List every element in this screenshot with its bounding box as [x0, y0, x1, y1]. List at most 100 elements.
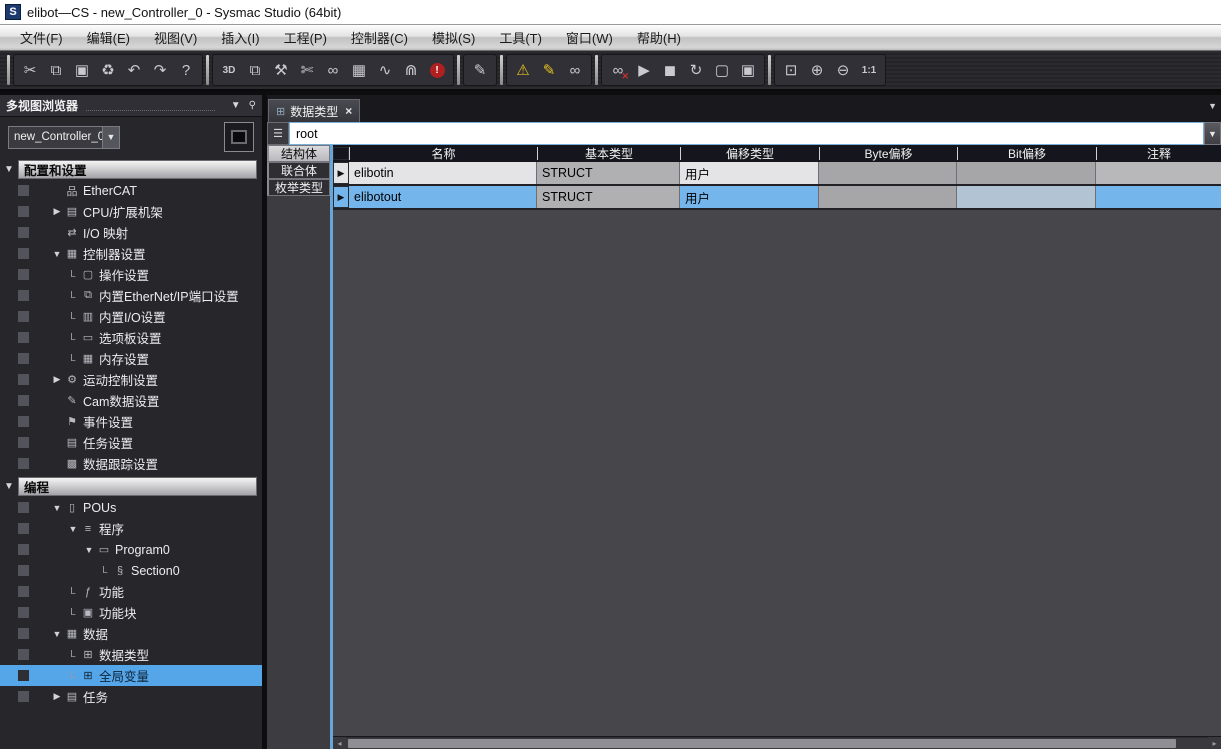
tree-item-任务设置[interactable]: ▤任务设置	[0, 432, 262, 453]
tree-item-checkbox[interactable]	[18, 565, 29, 576]
column-header-Byte偏移[interactable]: Byte偏移	[819, 147, 957, 160]
help-icon[interactable]: ?	[173, 57, 199, 83]
check-program-icon[interactable]: ∞	[562, 57, 588, 83]
menu-item-1[interactable]: 编辑(E)	[75, 25, 142, 50]
tree-item-运动控制设置[interactable]: ▶⚙运动控制设置	[0, 369, 262, 390]
tree-item-checkbox[interactable]	[18, 607, 29, 618]
tree-item-Section0[interactable]: L§Section0	[0, 560, 262, 581]
cell-comment[interactable]	[1096, 162, 1221, 184]
tree-item-功能[interactable]: Lƒ功能	[0, 581, 262, 602]
build-warning-icon[interactable]: ⚠	[510, 57, 536, 83]
panel-collapse-icon[interactable]: ▼	[231, 100, 241, 111]
tree-item-checkbox[interactable]	[18, 544, 29, 555]
row-expand-icon[interactable]: ▶	[333, 186, 349, 208]
scroll-right-icon[interactable]: ▸	[1208, 737, 1221, 749]
paste-icon[interactable]: ▣	[69, 57, 95, 83]
tab-list-arrow-icon[interactable]: ▼	[1208, 101, 1217, 111]
tree-item-checkbox[interactable]	[18, 523, 29, 534]
data-trace-icon[interactable]: ∿	[372, 57, 398, 83]
scrollbar-thumb[interactable]	[348, 739, 1176, 748]
section-collapse-icon[interactable]: ▼	[0, 481, 18, 492]
tree-item-选项板设置[interactable]: L▭选项板设置	[0, 327, 262, 348]
menu-item-8[interactable]: 窗口(W)	[554, 25, 625, 50]
cell-name[interactable]: elibotout	[349, 186, 537, 208]
variable-manager-icon[interactable]: ✎	[467, 57, 493, 83]
search-binoculars-icon[interactable]: ⋒	[398, 57, 424, 83]
controller-select[interactable]: new_Controller_0 ▼	[8, 126, 120, 149]
tree-item-checkbox[interactable]	[18, 290, 29, 301]
column-header-偏移类型[interactable]: 偏移类型	[680, 147, 819, 160]
scroll-left-icon[interactable]: ◂	[333, 737, 346, 749]
tree-item-事件设置[interactable]: ⚑事件设置	[0, 411, 262, 432]
cell-offset-type[interactable]: 用户	[680, 162, 819, 184]
tree-item-内置I/O设置[interactable]: L▥内置I/O设置	[0, 306, 262, 327]
tree-item-I/O 映射[interactable]: ⇄I/O 映射	[0, 222, 262, 243]
3d-view-icon[interactable]: 3D	[216, 57, 242, 83]
menu-item-7[interactable]: 工具(T)	[487, 25, 554, 50]
column-header-名称[interactable]: 名称	[349, 147, 537, 160]
expand-closed-icon[interactable]: ▶	[50, 206, 64, 217]
expand-open-icon[interactable]: ▼	[50, 503, 64, 513]
cell-base-type[interactable]: STRUCT	[537, 162, 680, 184]
menu-item-9[interactable]: 帮助(H)	[625, 25, 693, 50]
tree-item-checkbox[interactable]	[18, 628, 29, 639]
watch-window-icon[interactable]: ∞	[320, 57, 346, 83]
menu-item-0[interactable]: 文件(F)	[8, 25, 75, 50]
menu-item-5[interactable]: 控制器(C)	[339, 25, 420, 50]
tree-item-checkbox[interactable]	[18, 416, 29, 427]
row-expand-icon[interactable]: ▶	[333, 162, 349, 184]
tab-close-icon[interactable]: ×	[345, 104, 352, 118]
type-tab-结构体[interactable]: 结构体	[267, 145, 330, 162]
tree-item-Cam数据设置[interactable]: ✎Cam数据设置	[0, 390, 262, 411]
cell-comment[interactable]	[1096, 186, 1221, 208]
expand-open-icon[interactable]: ▼	[50, 629, 64, 639]
tree-item-checkbox[interactable]	[18, 206, 29, 217]
struct-row-elibotout[interactable]: ▶elibotoutSTRUCT用户	[333, 186, 1221, 210]
tree-item-checkbox[interactable]	[18, 437, 29, 448]
tree-item-checkbox[interactable]	[18, 502, 29, 513]
tree-item-checkbox[interactable]	[18, 227, 29, 238]
tree-item-任务[interactable]: ▶▤任务	[0, 686, 262, 707]
type-tab-联合体[interactable]: 联合体	[267, 162, 330, 179]
tree-item-checkbox[interactable]	[18, 248, 29, 259]
root-path-input[interactable]	[289, 122, 1204, 145]
tree-item-checkbox[interactable]	[18, 332, 29, 343]
tree-item-数据跟踪设置[interactable]: ▩数据跟踪设置	[0, 453, 262, 474]
cut-icon[interactable]: ✂	[17, 57, 43, 83]
tree-item-checkbox[interactable]	[18, 670, 29, 681]
tree-item-checkbox[interactable]	[18, 586, 29, 597]
expand-open-icon[interactable]: ▼	[82, 545, 96, 555]
cell-base-type[interactable]: STRUCT	[537, 186, 680, 208]
tree-item-内存设置[interactable]: L▦内存设置	[0, 348, 262, 369]
zoom-out-icon[interactable]: ⊖	[830, 57, 856, 83]
column-header-基本类型[interactable]: 基本类型	[537, 147, 680, 160]
expand-closed-icon[interactable]: ▶	[50, 691, 64, 702]
tree-item-全局变量[interactable]: L⊞全局变量	[0, 665, 262, 686]
root-path-dropdown-icon[interactable]: ▼	[1204, 122, 1221, 145]
redo-icon[interactable]: ↷	[147, 57, 173, 83]
tree-item-内置EtherNet/IP端口设置[interactable]: L⧉内置EtherNet/IP端口设置	[0, 285, 262, 306]
tree-item-checkbox[interactable]	[18, 311, 29, 322]
rebuild-icon[interactable]: ✎	[536, 57, 562, 83]
cell-offset-type[interactable]: 用户	[680, 186, 819, 208]
delete-icon[interactable]: ♻	[95, 57, 121, 83]
tree-item-checkbox[interactable]	[18, 374, 29, 385]
menu-item-2[interactable]: 视图(V)	[142, 25, 209, 50]
grid-empty-area[interactable]	[333, 210, 1221, 736]
tree-item-EtherCAT[interactable]: 品EtherCAT	[0, 180, 262, 201]
column-header-注释[interactable]: 注释	[1096, 147, 1221, 160]
go-offline-icon[interactable]: ◼	[657, 57, 683, 83]
check-all-programs-icon[interactable]: ∞✕	[605, 57, 631, 83]
undo-icon[interactable]: ↶	[121, 57, 147, 83]
tree-item-checkbox[interactable]	[18, 269, 29, 280]
monitor-2-icon[interactable]: ▣	[735, 57, 761, 83]
build-wrench-icon[interactable]: ⚒	[268, 57, 294, 83]
tree-item-checkbox[interactable]	[18, 395, 29, 406]
fit-page-icon[interactable]: ⊡	[778, 57, 804, 83]
controller-select-arrow-icon[interactable]: ▼	[102, 127, 119, 148]
tree-item-功能块[interactable]: L▣功能块	[0, 602, 262, 623]
tree-item-checkbox[interactable]	[18, 458, 29, 469]
section-collapse-icon[interactable]: ▼	[0, 164, 18, 175]
tree-item-checkbox[interactable]	[18, 649, 29, 660]
menu-item-3[interactable]: 插入(I)	[209, 25, 271, 50]
